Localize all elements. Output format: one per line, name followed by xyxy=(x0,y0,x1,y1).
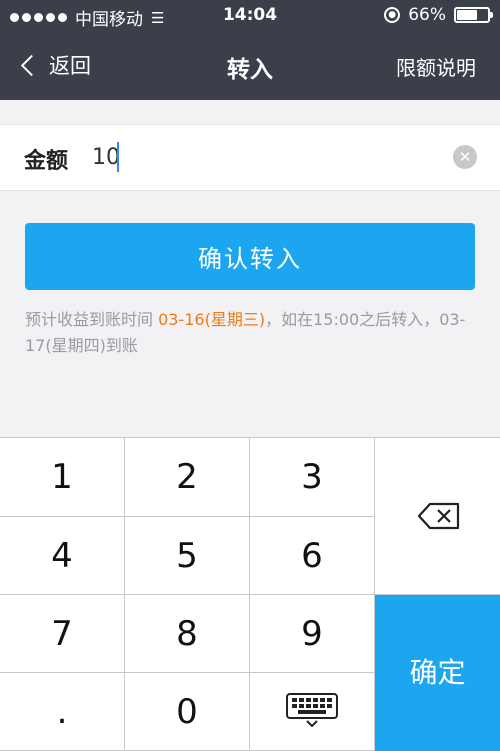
back-label: 返回 xyxy=(49,54,91,78)
key-7[interactable]: 7 xyxy=(0,595,125,673)
chevron-left-icon xyxy=(20,54,43,76)
text-caret xyxy=(117,142,119,172)
backspace-icon xyxy=(418,502,460,530)
key-0[interactable]: 0 xyxy=(125,673,250,751)
numeric-keypad: 1 2 3 4 5 6 7 8 9 . 0 确定 xyxy=(0,437,500,751)
amount-input[interactable] xyxy=(92,139,432,175)
battery-icon xyxy=(454,7,493,23)
keyboard-icon xyxy=(286,693,338,727)
key-2[interactable]: 2 xyxy=(125,438,250,517)
nav-bar: 返回 转入 限额说明 xyxy=(0,32,500,100)
confirm-transfer-button[interactable]: 确认转入 xyxy=(25,223,475,290)
keypad-confirm-key[interactable]: 确定 xyxy=(375,595,500,751)
key-9[interactable]: 9 xyxy=(250,595,375,673)
battery-percent: 66% xyxy=(408,5,446,25)
back-button[interactable]: 返回 xyxy=(18,50,91,80)
clear-icon[interactable]: ✕ xyxy=(453,145,477,169)
amount-label: 金额 xyxy=(24,149,69,174)
key-6[interactable]: 6 xyxy=(250,517,375,595)
amount-row: 金额 xyxy=(0,124,500,191)
key-8[interactable]: 8 xyxy=(125,595,250,673)
key-4[interactable]: 4 xyxy=(0,517,125,595)
arrival-info: 预计收益到账时间 03-16(星期三)，如在15:00之后转入，03-17(星期… xyxy=(25,307,475,359)
orientation-lock-icon: ● xyxy=(384,7,401,23)
hide-keyboard-key[interactable] xyxy=(250,673,375,751)
backspace-key[interactable] xyxy=(375,438,500,595)
info-prefix: 预计收益到账时间 xyxy=(25,310,159,329)
status-bar: 中国移动 ☰ 14:04 ● 66% xyxy=(0,0,500,32)
key-5[interactable]: 5 xyxy=(125,517,250,595)
limit-info-link[interactable]: 限额说明 xyxy=(396,52,476,81)
key-1[interactable]: 1 xyxy=(0,438,125,517)
arrival-date: 03-16(星期三) xyxy=(158,310,266,329)
key-3[interactable]: 3 xyxy=(250,438,375,517)
status-right: ● 66% xyxy=(384,5,493,25)
key-decimal[interactable]: . xyxy=(0,673,125,751)
